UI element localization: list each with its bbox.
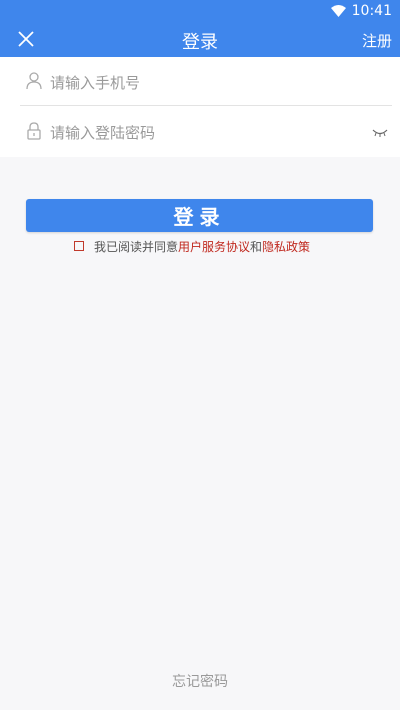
login-button[interactable]: 登录 (26, 199, 373, 232)
status-time: 10:41 (351, 2, 392, 19)
agreement-row: 我已阅读并同意 用户服务协议 和 隐私政策 (74, 238, 310, 254)
privacy-policy-link[interactable]: 隐私政策 (262, 238, 310, 255)
status-bar: 10:41 (0, 0, 400, 21)
eye-closed-icon[interactable] (372, 128, 388, 138)
phone-input[interactable]: 请输入手机号 (50, 72, 140, 93)
agreement-prefix: 我已阅读并同意 (94, 239, 179, 254)
phone-field[interactable]: 请输入手机号 (20, 59, 392, 106)
register-link[interactable]: 注册 (362, 30, 392, 51)
agreement-checkbox[interactable] (74, 241, 84, 251)
user-icon (26, 72, 42, 90)
wifi-icon (330, 4, 346, 17)
forgot-password-link[interactable]: 忘记密码 (0, 671, 400, 691)
lock-icon (27, 122, 41, 140)
password-field[interactable]: 请输入登陆密码 (20, 109, 392, 155)
login-form: 请输入手机号 请输入登陆密码 (0, 57, 400, 157)
status-indicators: 10:41 (330, 2, 392, 19)
agreement-and: 和 (250, 239, 263, 254)
page-title: 登录 (182, 32, 218, 53)
password-input[interactable]: 请输入登陆密码 (50, 122, 155, 143)
app-bar: 登录 注册 (0, 21, 400, 57)
user-agreement-link[interactable]: 用户服务协议 (178, 238, 250, 255)
